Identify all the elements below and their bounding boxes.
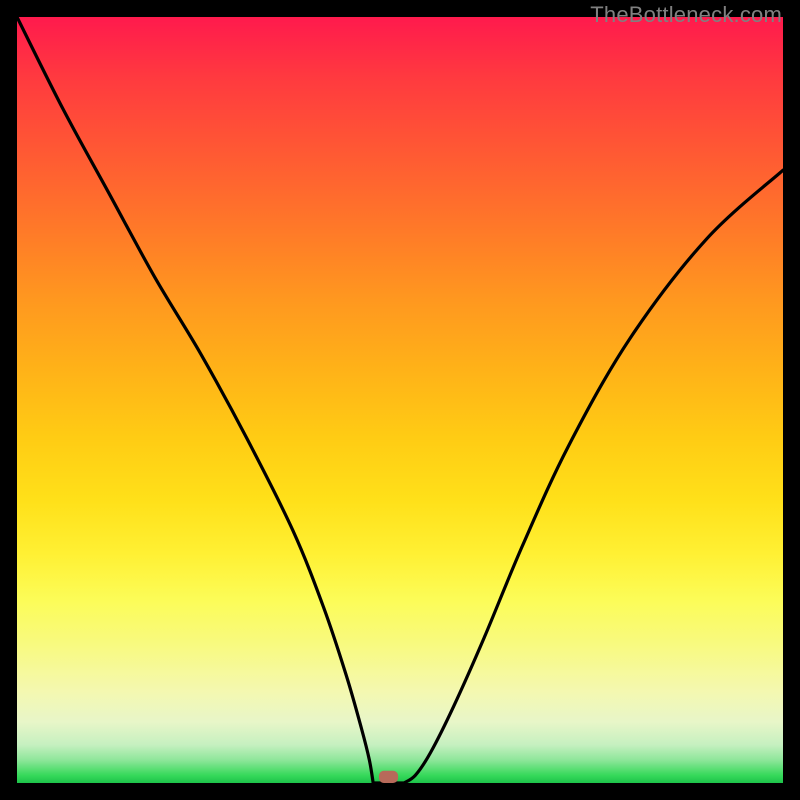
curve-svg — [17, 17, 783, 783]
watermark-text: TheBottleneck.com — [590, 2, 782, 28]
bottleneck-curve — [17, 17, 783, 783]
curve-layer — [17, 17, 783, 783]
plot-area — [17, 17, 783, 783]
chart-frame: TheBottleneck.com — [0, 0, 800, 800]
minimum-marker — [379, 771, 398, 783]
